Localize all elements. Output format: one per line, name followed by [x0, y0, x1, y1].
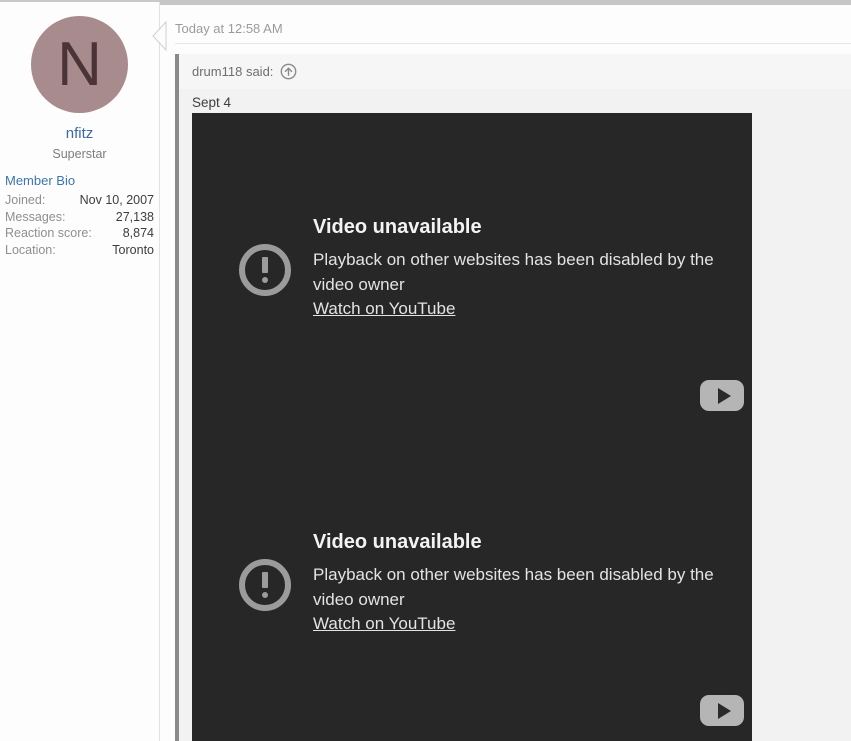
- stat-value: Toronto: [112, 242, 154, 257]
- video-error-title: Video unavailable: [313, 216, 482, 238]
- video-error-message: Video unavailable Playback on other webs…: [313, 214, 715, 322]
- video-error-message: Video unavailable Playback on other webs…: [313, 529, 715, 637]
- user-title: Superstar: [52, 147, 107, 161]
- user-stats: Joined: Nov 10, 2007 Messages: 27,138 Re…: [5, 192, 154, 258]
- quote-title-bar: drum118 said:: [179, 54, 851, 89]
- username-link[interactable]: nfitz: [0, 125, 159, 142]
- stat-value: 8,874: [122, 226, 154, 241]
- quote-block: drum118 said: Sept 4 Video unavailable P…: [175, 54, 851, 741]
- user-info-panel: N nfitz Superstar Member Bio Joined: Nov…: [0, 0, 160, 741]
- quote-text: Sept 4: [192, 95, 232, 110]
- quote-attribution: drum118 said:: [192, 64, 274, 79]
- arrow-up-circle-icon[interactable]: [280, 63, 297, 80]
- post-timestamp-link[interactable]: Today at 12:58 AM: [175, 21, 283, 36]
- stat-row-location: Location: Toronto: [5, 242, 154, 259]
- member-bio-link[interactable]: Member Bio: [5, 173, 159, 188]
- avatar-letter: N: [57, 29, 102, 99]
- watch-on-youtube-link[interactable]: Watch on YouTube: [313, 297, 455, 322]
- stat-label: Messages:: [5, 209, 66, 224]
- play-triangle-icon: [717, 387, 731, 404]
- video-error-reason: Playback on other websites has been disa…: [313, 565, 714, 609]
- post-content: Today at 12:58 AM drum118 said: Sept 4 V…: [152, 0, 851, 741]
- stat-value: Nov 10, 2007: [79, 193, 154, 207]
- stat-row-joined: Joined: Nov 10, 2007: [5, 192, 154, 209]
- stat-row-reaction-score: Reaction score: 8,874: [5, 225, 154, 242]
- youtube-play-button[interactable]: [700, 380, 744, 411]
- youtube-play-button[interactable]: [700, 695, 744, 726]
- post-header-divider: [175, 43, 851, 44]
- error-exclamation-icon: [239, 559, 291, 611]
- video-error-reason: Playback on other websites has been disa…: [313, 250, 714, 294]
- forum-post: N nfitz Superstar Member Bio Joined: Nov…: [0, 0, 851, 741]
- stat-label: Joined:: [5, 193, 46, 207]
- stat-row-messages: Messages: 27,138: [5, 209, 154, 226]
- message-pointer-arrow: [152, 21, 167, 51]
- error-exclamation-icon: [239, 244, 291, 296]
- avatar[interactable]: N: [31, 16, 128, 113]
- quote-body: Sept 4 Video unavailable Playback on oth…: [179, 89, 851, 741]
- video-error-title: Video unavailable: [313, 531, 482, 553]
- youtube-embed-2: Video unavailable Playback on other webs…: [192, 428, 752, 741]
- play-triangle-icon: [717, 702, 731, 719]
- stat-label: Reaction score:: [5, 226, 92, 241]
- stat-label: Location:: [5, 242, 56, 257]
- sidebar-top-border: [0, 0, 160, 2]
- watch-on-youtube-link[interactable]: Watch on YouTube: [313, 612, 455, 637]
- stat-value: 27,138: [115, 209, 154, 224]
- youtube-embed-1: Video unavailable Playback on other webs…: [192, 113, 752, 428]
